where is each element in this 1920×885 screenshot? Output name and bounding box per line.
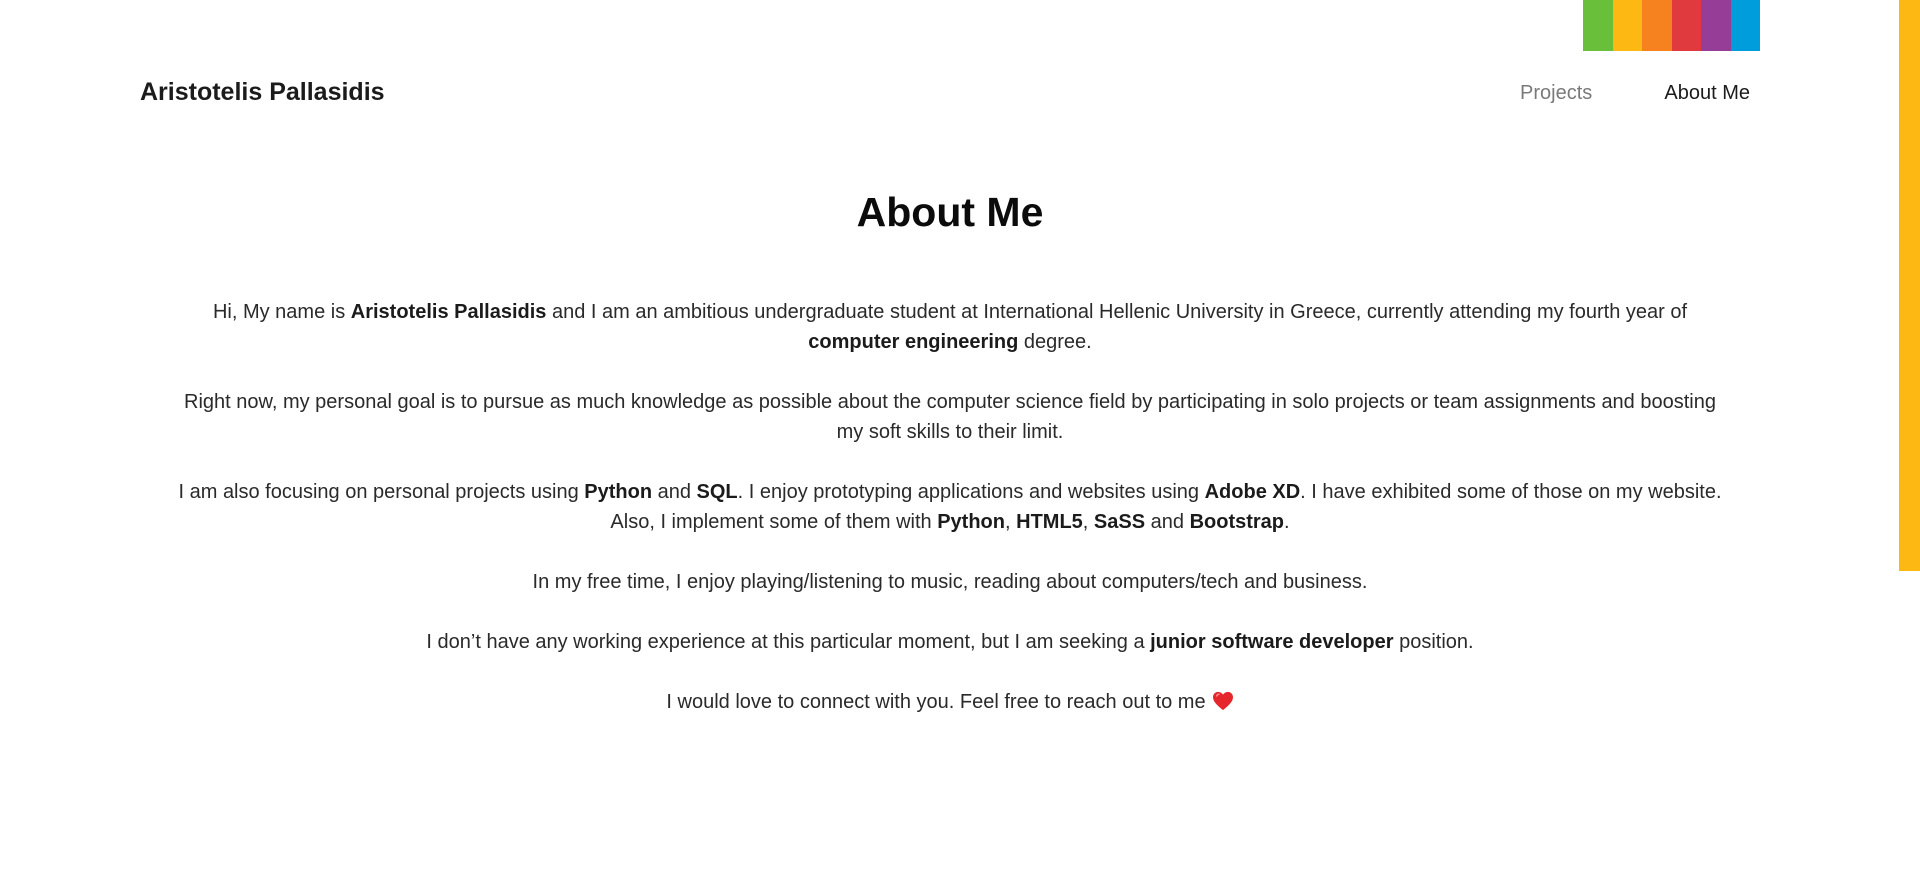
nav-link-about-me[interactable]: About Me — [1664, 79, 1750, 107]
paragraph-experience: I don’t have any working experience at t… — [170, 627, 1730, 657]
bold-text: Python — [584, 481, 653, 503]
text: Right now, my personal goal is to pursue… — [184, 391, 1716, 443]
bold-text: junior software developer — [1150, 631, 1394, 653]
color-stripe-purple — [1701, 0, 1731, 51]
paragraph-goal: Right now, my personal goal is to pursue… — [170, 387, 1730, 447]
color-stripe-orange — [1642, 0, 1672, 51]
text: I would love to connect with you. Feel f… — [666, 691, 1206, 713]
paragraph-connect: I would love to connect with you. Feel f… — [170, 687, 1730, 720]
page: Aristotelis Pallasidis Projects About Me… — [0, 0, 1920, 885]
text: I am also focusing on personal projects … — [178, 481, 585, 503]
text: , — [1082, 511, 1094, 533]
color-stripe-yellow — [1612, 0, 1642, 51]
text: . — [1284, 511, 1290, 533]
scroll-progress-bar — [1899, 0, 1920, 571]
heart-icon — [1212, 690, 1234, 720]
color-stripe-blue — [1730, 0, 1760, 51]
color-stripe-green — [1583, 0, 1613, 51]
main-nav: Projects About Me — [1520, 79, 1750, 107]
bold-text: SaSS — [1093, 511, 1146, 533]
paragraph-free-time: In my free time, I enjoy playing/listeni… — [170, 567, 1730, 597]
bold-text: computer engineering — [808, 331, 1019, 353]
text: and — [652, 481, 697, 503]
text: In my free time, I enjoy playing/listeni… — [532, 571, 1368, 593]
paragraph-intro: Hi, My name is Aristotelis Pallasidis an… — [170, 297, 1730, 357]
text: I don’t have any working experience at t… — [426, 631, 1151, 653]
text: and — [1145, 511, 1190, 533]
bold-text: Aristotelis Pallasidis — [350, 301, 547, 323]
nav-link-projects[interactable]: Projects — [1520, 79, 1592, 107]
text: , — [1005, 511, 1017, 533]
site-brand[interactable]: Aristotelis Pallasidis — [140, 76, 385, 108]
text: . I enjoy prototyping applications and w… — [737, 481, 1205, 503]
bold-text: SQL — [696, 481, 738, 503]
bold-text: Adobe XD — [1204, 481, 1301, 503]
text: and I am an ambitious undergraduate stud… — [546, 301, 1688, 323]
text: position. — [1393, 631, 1474, 653]
color-stripe-red — [1671, 0, 1701, 51]
bold-text: Bootstrap — [1189, 511, 1285, 533]
paragraph-projects: I am also focusing on personal projects … — [170, 477, 1730, 537]
about-content: Hi, My name is Aristotelis Pallasidis an… — [170, 297, 1730, 750]
page-title: About Me — [856, 189, 1044, 235]
bold-text: HTML5 — [1016, 511, 1083, 533]
text: degree. — [1018, 331, 1092, 353]
bold-text: Python — [937, 511, 1005, 533]
color-strip-decoration — [1583, 0, 1760, 51]
text: Hi, My name is — [212, 301, 351, 323]
